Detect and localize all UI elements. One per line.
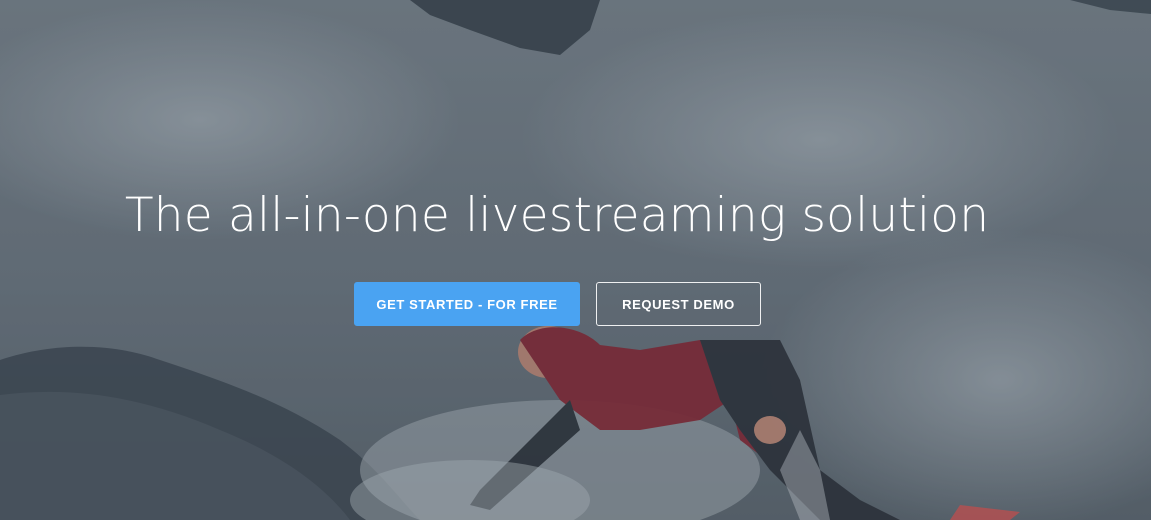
request-demo-button[interactable]: REQUEST DEMO: [596, 282, 761, 326]
hero-overlay: [0, 0, 1151, 520]
cta-button-group: GET STARTED - FOR FREE REQUEST DEMO: [354, 282, 761, 326]
get-started-button[interactable]: GET STARTED - FOR FREE: [354, 282, 580, 326]
hero-headline: The all-in-one livestreaming solution: [124, 188, 990, 243]
hero-section: The all-in-one livestreaming solution GE…: [0, 0, 1151, 520]
